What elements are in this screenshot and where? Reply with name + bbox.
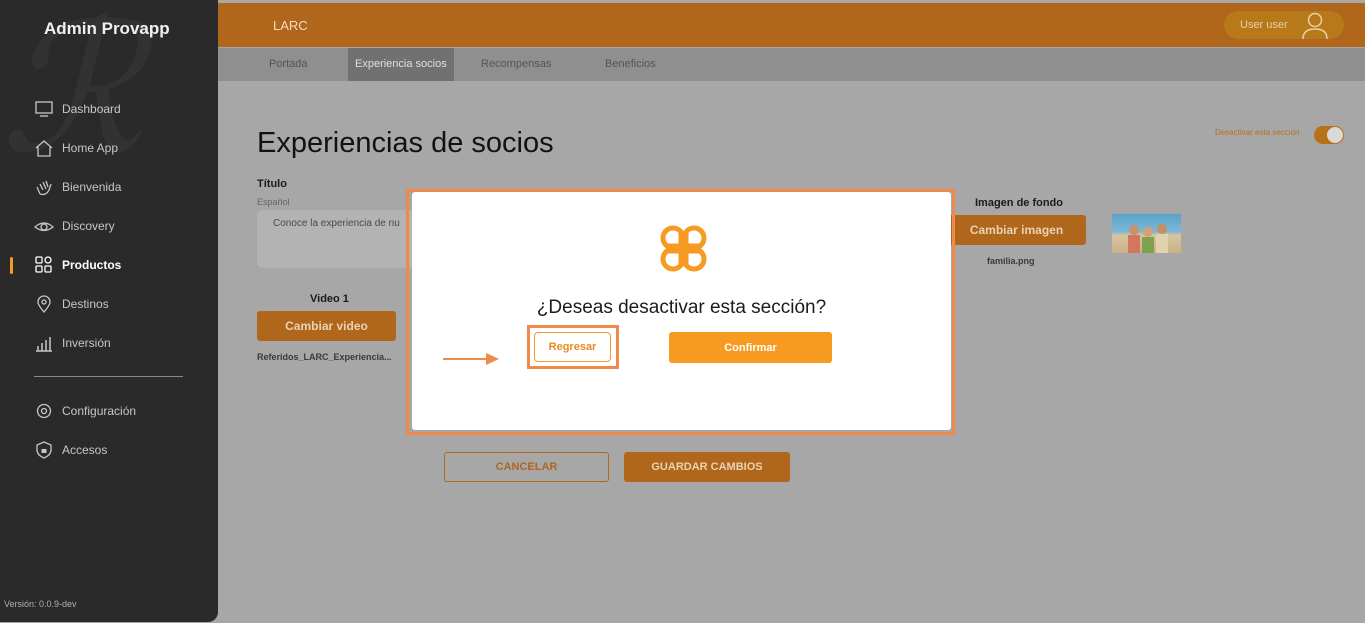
dialog-question: ¿Deseas desactivar esta sección? xyxy=(536,297,827,318)
sidebar-item-label: Productos xyxy=(62,258,122,272)
cancel-button[interactable]: CANCELAR xyxy=(444,452,609,482)
back-button[interactable]: Regresar xyxy=(534,332,611,362)
eye-icon xyxy=(34,216,54,236)
save-changes-button[interactable]: GUARDAR CAMBIOS xyxy=(624,452,790,482)
titulo-label: Título xyxy=(257,178,287,190)
active-indicator xyxy=(10,257,13,274)
titulo-textarea[interactable]: Conoce la experiencia de nu xyxy=(257,210,417,268)
bar-chart-icon xyxy=(34,333,54,353)
clover-logo-icon xyxy=(654,219,713,283)
gear-icon xyxy=(34,401,54,421)
language-label: Español xyxy=(257,197,290,207)
background-image-label: Imagen de fondo xyxy=(975,197,1063,209)
sidebar: ℛ Admin Provapp Dashboard Home App Bienv… xyxy=(0,0,218,622)
sidebar-item-productos[interactable]: Productos xyxy=(34,254,121,276)
sidebar-item-bienvenida[interactable]: Bienvenida xyxy=(34,176,121,198)
sidebar-divider xyxy=(34,376,183,377)
deactivate-section-toggle[interactable] xyxy=(1314,126,1344,144)
sidebar-item-dashboard[interactable]: Dashboard xyxy=(34,98,121,120)
sidebar-item-label: Bienvenida xyxy=(62,180,122,194)
sidebar-item-label: Discovery xyxy=(62,219,115,233)
brand-title: Admin Provapp xyxy=(44,19,170,38)
tab-experiencia-socios[interactable]: Experiencia socios xyxy=(348,48,454,81)
tab-beneficios[interactable]: Beneficios xyxy=(598,48,663,81)
home-icon xyxy=(34,138,54,158)
sidebar-item-label: Destinos xyxy=(62,297,109,311)
toggle-knob xyxy=(1327,127,1343,143)
toggle-label: Desactivar esta sección xyxy=(1215,128,1300,137)
video-file-name: Referidos_LARC_Experiencia... xyxy=(257,352,392,362)
sidebar-item-discovery[interactable]: Discovery xyxy=(34,215,115,237)
sidebar-item-label: Home App xyxy=(62,141,119,155)
change-image-button[interactable]: Cambiar imagen xyxy=(947,215,1086,245)
user-menu-button[interactable]: User user xyxy=(1224,11,1344,40)
change-video-button[interactable]: Cambiar video xyxy=(257,311,396,341)
sidebar-item-label: Accesos xyxy=(62,443,108,457)
user-name: User user xyxy=(1240,19,1288,31)
background-image-thumbnail xyxy=(1112,214,1181,253)
sidebar-item-configuracion[interactable]: Configuración xyxy=(34,400,136,422)
wave-hand-icon xyxy=(34,177,54,197)
page-title: Experiencias de socios xyxy=(257,127,554,159)
image-file-name: familia.png xyxy=(987,256,1035,266)
top-header: LARC User user xyxy=(218,3,1365,47)
sidebar-item-label: Dashboard xyxy=(62,102,121,116)
arrow-right-icon xyxy=(442,352,500,371)
tab-recompensas[interactable]: Recompensas xyxy=(474,48,558,81)
version-label: Versión: 0.0.9-dev xyxy=(4,599,77,609)
sidebar-item-label: Inversión xyxy=(62,336,111,350)
location-pin-icon xyxy=(34,294,54,314)
sidebar-item-accesos[interactable]: Accesos xyxy=(34,439,107,461)
sidebar-item-label: Configuración xyxy=(62,404,137,418)
tab-portada[interactable]: Portada xyxy=(262,48,315,81)
sidebar-item-destinos[interactable]: Destinos xyxy=(34,293,109,315)
grid-icon xyxy=(34,255,54,275)
user-avatar-icon xyxy=(1300,10,1330,43)
sidebar-item-inversion[interactable]: Inversión xyxy=(34,332,111,354)
video-label: Video 1 xyxy=(310,293,349,305)
lock-shield-icon xyxy=(34,440,54,460)
sidebar-item-home-app[interactable]: Home App xyxy=(34,137,118,159)
app-name: LARC xyxy=(273,18,308,33)
confirm-button[interactable]: Confirmar xyxy=(669,332,832,363)
tab-bar: Portada Experiencia socios Recompensas B… xyxy=(218,48,1365,81)
monitor-icon xyxy=(34,99,54,119)
